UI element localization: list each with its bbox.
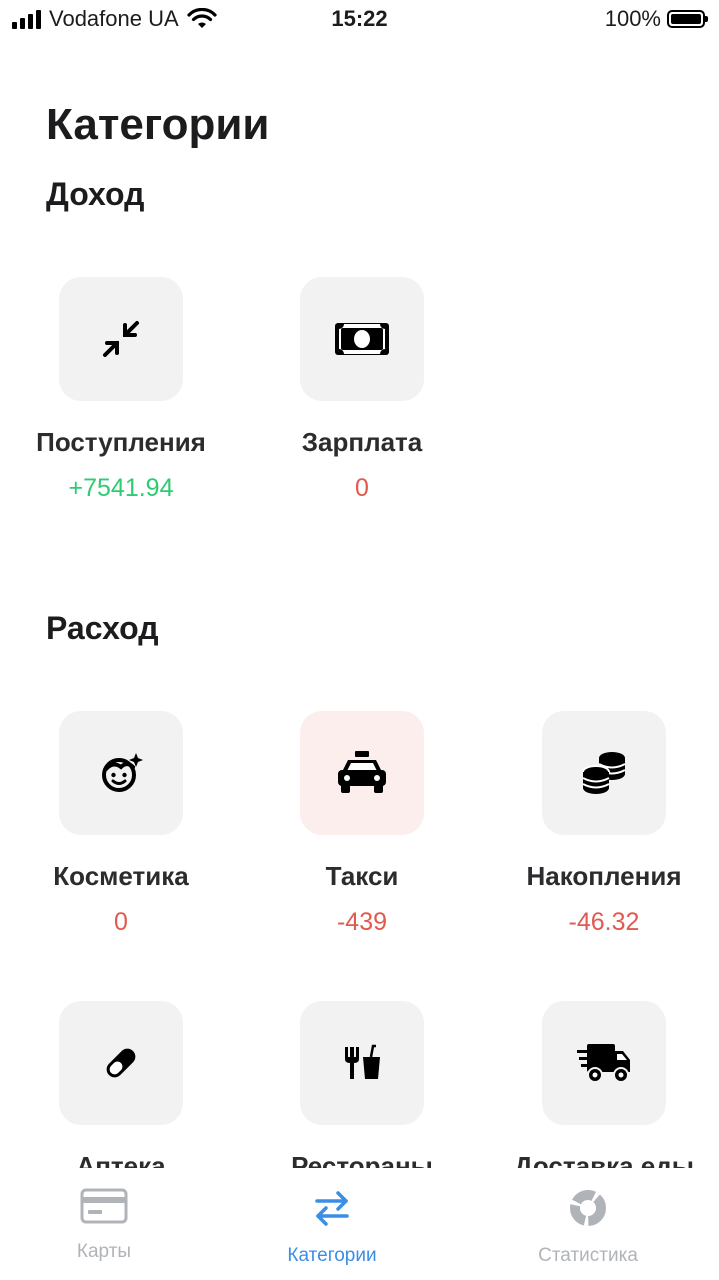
category-amount: 0 — [355, 474, 369, 502]
tab-categories[interactable]: Категории — [232, 1188, 432, 1267]
category-amount: -439 — [336, 908, 388, 936]
category-name: Зарплата — [301, 427, 423, 457]
page-title: Категории — [46, 100, 270, 149]
battery-icon — [667, 10, 708, 28]
utensils-icon — [345, 1044, 380, 1079]
tab-label: Карты — [76, 1241, 132, 1262]
category-icon-box[interactable] — [542, 711, 666, 835]
compress-arrows-icon — [103, 321, 139, 357]
category-tile-expense-3[interactable]: Аптека — [21, 1001, 221, 1182]
category-tile-expense-4[interactable]: Рестораны — [262, 1001, 462, 1182]
taxi-icon — [338, 751, 386, 793]
card-icon — [80, 1188, 128, 1224]
pill-icon — [106, 1048, 136, 1078]
tab-cards[interactable]: Карты — [4, 1188, 204, 1263]
coins-icon — [582, 752, 626, 794]
tab-statistics[interactable]: Статистика — [488, 1188, 688, 1267]
category-amount: +7541.94 — [68, 474, 174, 502]
category-tile-expense-5[interactable]: Доставка еды — [504, 1001, 704, 1182]
category-icon-box[interactable] — [300, 1001, 424, 1125]
category-name: Косметика — [53, 861, 189, 891]
income-section-title: Доход — [46, 176, 145, 212]
swap-arrows-icon — [315, 1191, 349, 1226]
category-icon-box[interactable] — [59, 277, 183, 401]
category-tile-expense-0[interactable]: Косметика 0 — [21, 711, 221, 937]
category-name: Такси — [325, 861, 399, 891]
tab-bar: Карты Категории Статистика — [0, 1168, 719, 1280]
category-icon-box[interactable] — [59, 1001, 183, 1125]
category-amount: -46.32 — [568, 908, 640, 936]
category-tile-expense-2[interactable]: Накопления -46.32 — [504, 711, 704, 937]
category-tile-income-0[interactable]: Поступления +7541.94 — [21, 277, 221, 503]
category-icon-box[interactable] — [300, 711, 424, 835]
category-name: Поступления — [36, 427, 206, 457]
battery-percent: 100% — [604, 6, 661, 31]
category-amount: 0 — [114, 908, 128, 936]
delivery-truck-icon — [577, 1044, 630, 1083]
donut-chart-icon — [570, 1190, 606, 1226]
expense-section-title: Расход — [46, 610, 159, 646]
tab-label: Категории — [287, 1245, 377, 1266]
category-name: Накопления — [526, 861, 682, 891]
status-bar: Vodafone UA 15:22 100% — [0, 0, 719, 40]
tab-label: Статистика — [538, 1245, 638, 1266]
face-sparkle-icon — [102, 753, 143, 792]
battery-area: 100% — [604, 6, 708, 32]
category-tile-income-1[interactable]: Зарплата 0 — [262, 277, 462, 503]
category-icon-box[interactable] — [542, 1001, 666, 1125]
category-icon-box[interactable] — [59, 711, 183, 835]
money-bill-icon — [335, 323, 389, 355]
category-icon-box[interactable] — [300, 277, 424, 401]
category-tile-expense-1[interactable]: Такси -439 — [262, 711, 462, 937]
